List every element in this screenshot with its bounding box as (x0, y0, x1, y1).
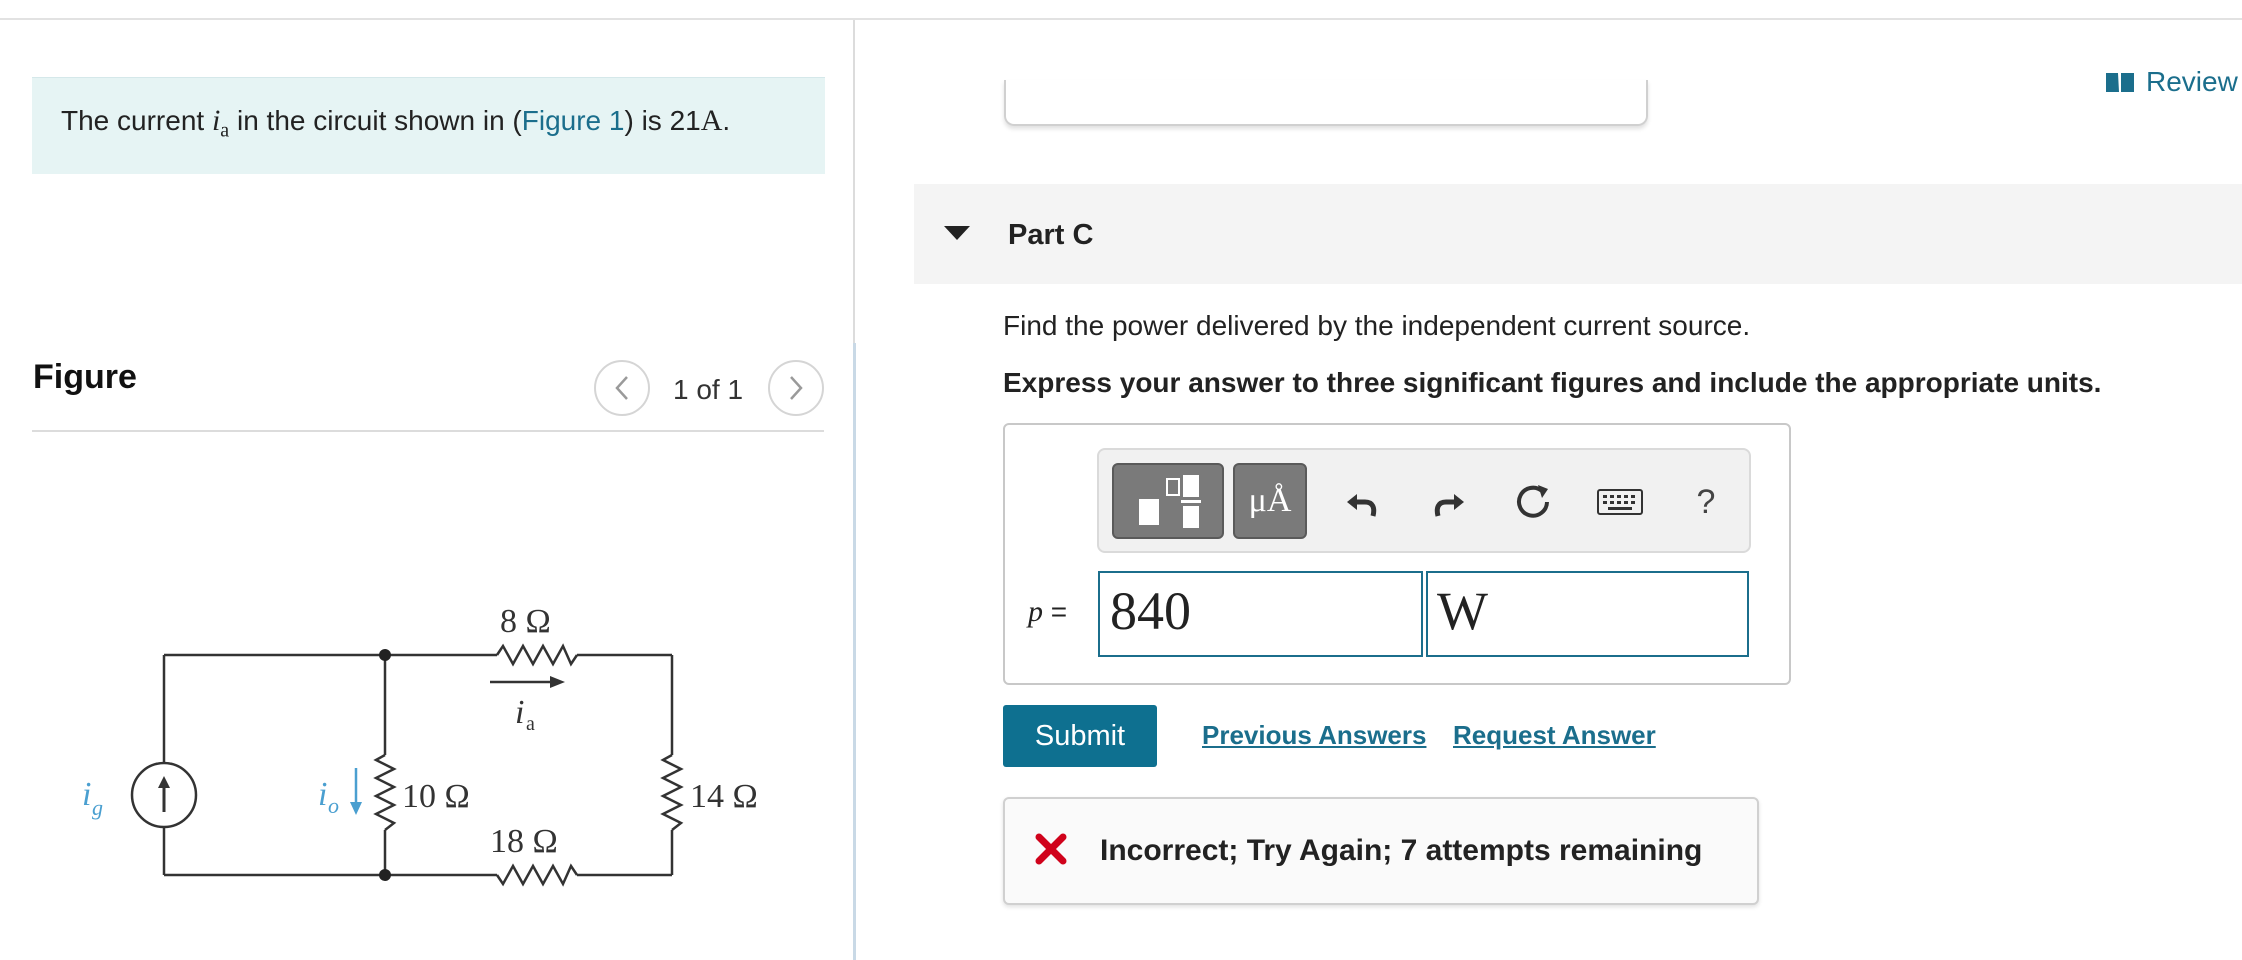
ia-label: i (515, 694, 524, 731)
review-link[interactable]: Review (2104, 66, 2238, 98)
figure-divider (32, 430, 824, 432)
review-label: Review (2146, 66, 2238, 97)
io-label: i (318, 776, 327, 813)
question-text: Find the power delivered by the independ… (1003, 310, 1751, 341)
ig-label: i (82, 776, 91, 813)
node-bottom (379, 869, 391, 881)
caret-down-icon[interactable] (944, 226, 970, 240)
resistor-14-label: 14 Ω (690, 778, 758, 815)
templates-button[interactable] (1112, 463, 1224, 539)
resistor-10-label: 10 Ω (402, 778, 470, 815)
help-button[interactable]: ? (1683, 479, 1729, 525)
problem-unit: A (700, 104, 723, 137)
figure-pager: 1 of 1 (673, 374, 744, 405)
undo-button[interactable] (1340, 479, 1386, 525)
instruction-text: Express your answer to three significant… (1003, 367, 2102, 398)
io-sub: o (328, 793, 339, 818)
problem-statement: The current ia in the circuit shown in (… (61, 104, 730, 143)
previous-figure-button[interactable] (594, 360, 650, 416)
book-icon (2106, 73, 2134, 92)
problem-text-middle: in the circuit shown in ( (229, 105, 522, 136)
previous-part-card (1004, 80, 1648, 126)
reset-icon (1517, 485, 1549, 518)
io-arrow-head (350, 802, 362, 815)
answer-variable-label: p = (1028, 595, 1067, 629)
undo-icon (1347, 494, 1377, 517)
problem-text-after: ) is 21 (624, 105, 701, 136)
x-icon (1034, 832, 1068, 871)
figure-title: Figure (33, 358, 137, 396)
part-title: Part C (1008, 219, 1094, 251)
keyboard-icon (1597, 489, 1643, 515)
part-header[interactable] (914, 184, 2242, 284)
submit-button[interactable]: Submit (1003, 705, 1157, 767)
next-figure-button[interactable] (768, 360, 824, 416)
ig-sub: g (92, 795, 103, 820)
ia-arrow-head (550, 676, 565, 688)
problem-variable-sub: a (220, 119, 230, 142)
node-top (379, 649, 391, 661)
answer-value-text: 840 (1110, 581, 1191, 641)
templates-icon (1139, 475, 1201, 528)
problem-text-before: The current (61, 105, 212, 136)
figure-link[interactable]: Figure 1 (522, 105, 625, 136)
reset-button[interactable] (1510, 479, 1556, 525)
units-button[interactable]: μÅ (1233, 463, 1307, 539)
redo-icon (1434, 494, 1464, 517)
top-border (0, 18, 2242, 20)
resistor-18-label: 18 Ω (490, 823, 558, 860)
circuit-diagram: 8 Ω 10 Ω 14 Ω 18 Ω i a i g i o (82, 603, 758, 887)
answer-equals: = (1043, 596, 1068, 627)
keyboard-button[interactable] (1595, 479, 1645, 525)
request-answer-link[interactable]: Request Answer (1453, 720, 1656, 751)
problem-text-end: . (722, 105, 731, 136)
resistor-8-label: 8 Ω (500, 603, 551, 640)
previous-answers-link[interactable]: Previous Answers (1202, 720, 1426, 751)
answer-variable: p (1028, 595, 1043, 628)
pane-divider-accent (853, 343, 856, 960)
ia-sub: a (526, 713, 535, 735)
chevron-right-icon (790, 376, 803, 400)
chevron-left-icon (615, 376, 628, 400)
answer-unit-text: W (1437, 581, 1488, 641)
redo-button[interactable] (1425, 479, 1471, 525)
feedback-text: Incorrect; Try Again; 7 attempts remaini… (1100, 834, 1703, 867)
